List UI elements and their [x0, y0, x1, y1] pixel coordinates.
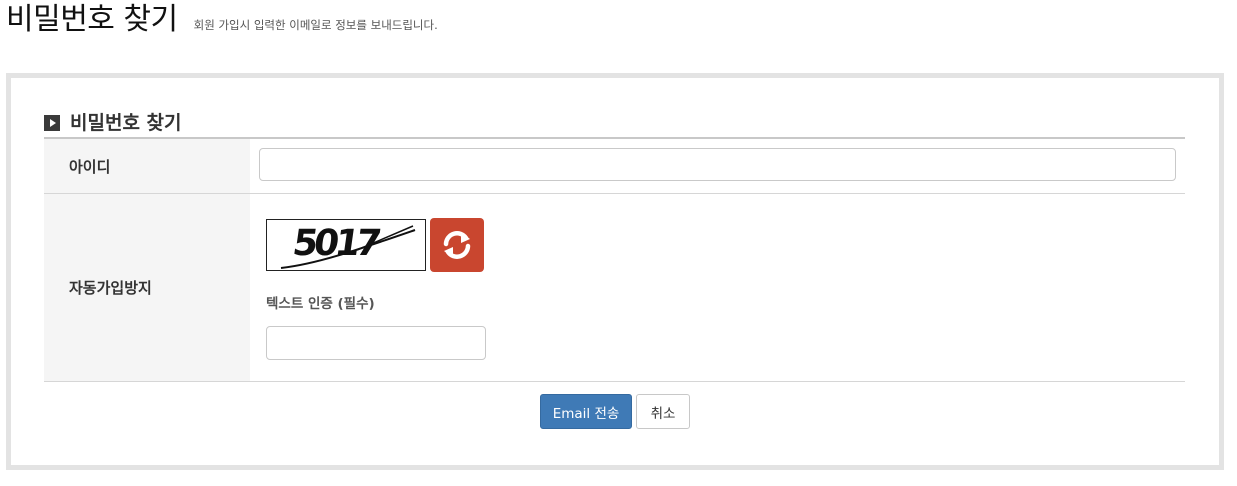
form-actions: Email 전송 취소 — [11, 394, 1219, 429]
captcha-image: 5017 — [266, 219, 426, 271]
form-row-captcha: 자동가입방지 5017 텍스트 인증 (필수) — [44, 194, 1185, 382]
send-email-button[interactable]: Email 전송 — [540, 394, 632, 429]
section-title: 비밀번호 찾기 — [44, 108, 182, 135]
find-password-form: 아이디 자동가입방지 5017 텍스트 인증 (필수) — [44, 137, 1185, 382]
captcha-input[interactable] — [266, 326, 486, 360]
id-label: 아이디 — [44, 139, 250, 193]
captcha-noise-lines — [280, 225, 416, 269]
cancel-button[interactable]: 취소 — [636, 394, 690, 429]
page-title: 비밀번호 찾기 — [6, 2, 178, 37]
refresh-icon — [443, 231, 471, 259]
page-header: 비밀번호 찾기 회원 가입시 입력한 이메일로 정보를 보내드립니다. — [6, 0, 438, 40]
play-square-icon — [44, 114, 60, 131]
find-password-panel: 비밀번호 찾기 아이디 자동가입방지 5017 텍스트 인증 (필수) Emai… — [6, 73, 1224, 470]
captcha-hint: 텍스트 인증 (필수) — [266, 296, 375, 312]
form-row-id: 아이디 — [44, 139, 1185, 194]
id-input[interactable] — [259, 148, 1176, 181]
captcha-label: 자동가입방지 — [44, 194, 250, 381]
captcha-refresh-button[interactable] — [430, 218, 484, 272]
page-subtitle: 회원 가입시 입력한 이메일로 정보를 보내드립니다. — [193, 18, 438, 32]
captcha-wrap: 5017 — [266, 218, 1169, 272]
section-title-text: 비밀번호 찾기 — [70, 112, 182, 134]
